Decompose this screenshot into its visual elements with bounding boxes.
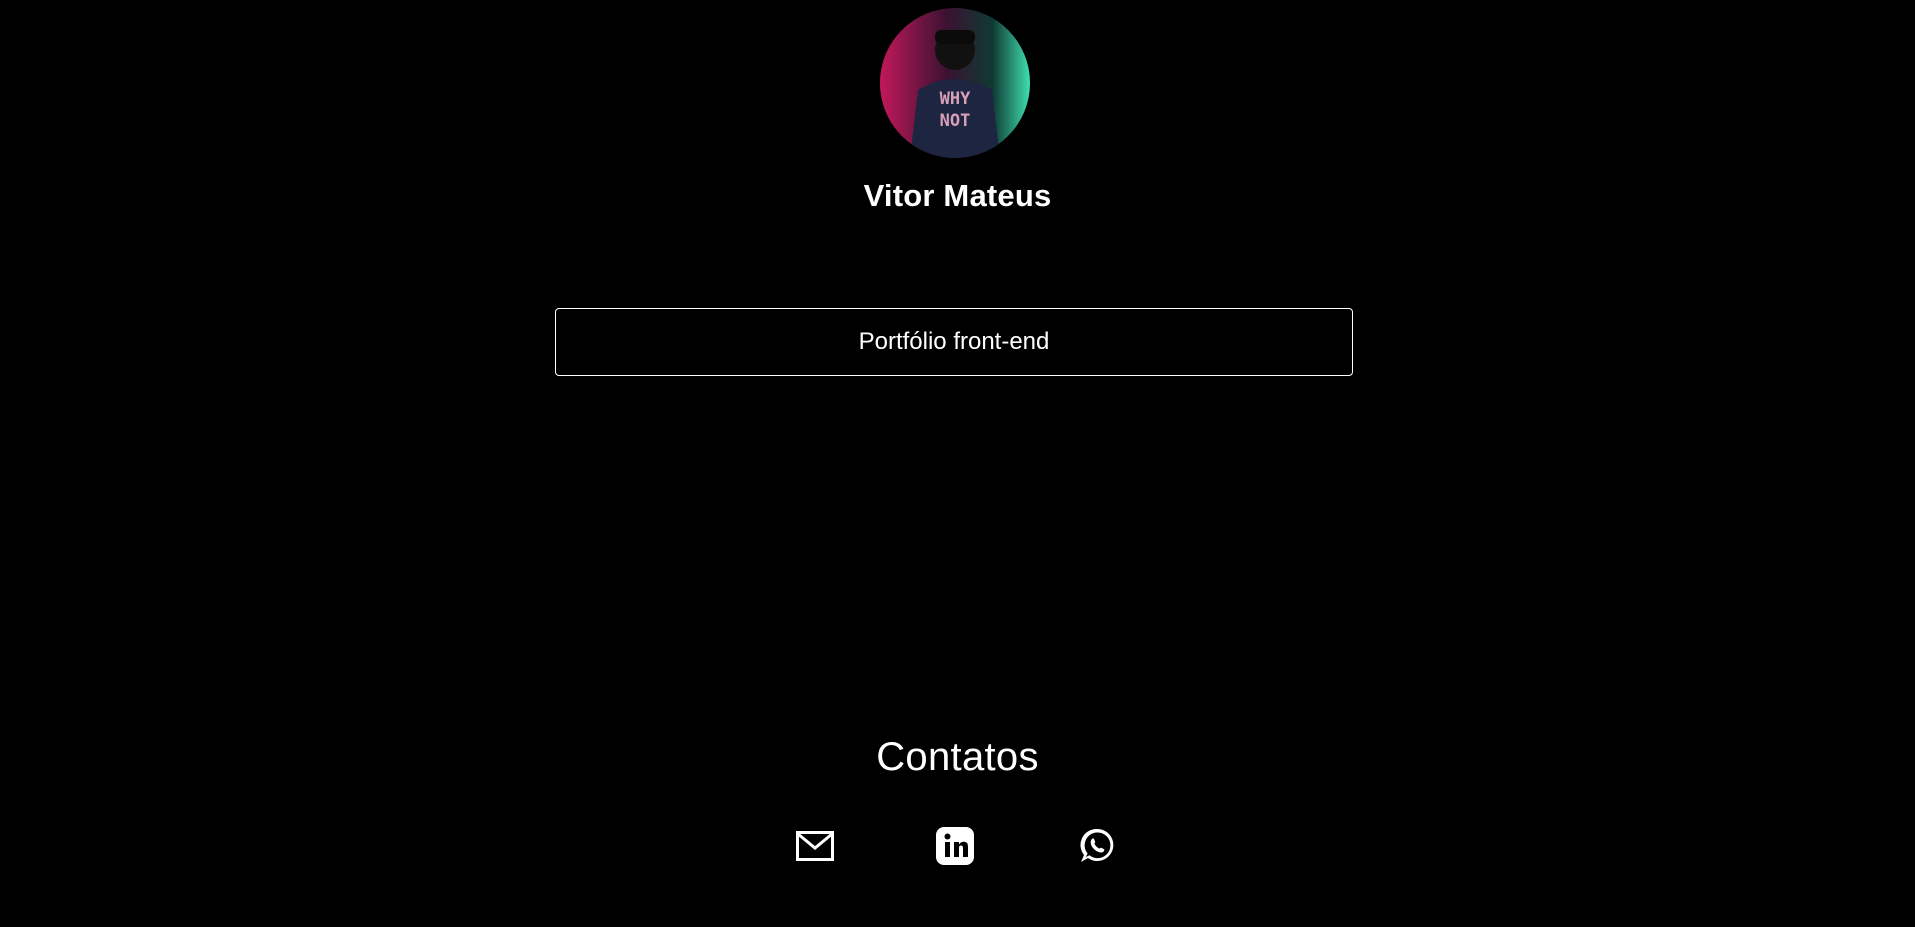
profile-name: Vitor Mateus	[863, 178, 1052, 213]
portfolio-link-button[interactable]: Portfólio front-end	[555, 308, 1353, 376]
profile-page: WHY NOT Vitor Mateus Portfólio front-end…	[0, 0, 1915, 927]
mail-icon[interactable]	[795, 826, 835, 866]
linkedin-icon[interactable]	[935, 826, 975, 866]
svg-text:NOT: NOT	[940, 111, 971, 131]
portfolio-link-label: Portfólio front-end	[858, 328, 1050, 355]
avatar-photo: WHY NOT	[880, 8, 1030, 158]
avatar: WHY NOT	[880, 8, 1030, 158]
svg-text:WHY: WHY	[940, 89, 971, 109]
contacts-title: Contatos	[876, 735, 1039, 779]
whatsapp-icon[interactable]	[1077, 826, 1117, 866]
